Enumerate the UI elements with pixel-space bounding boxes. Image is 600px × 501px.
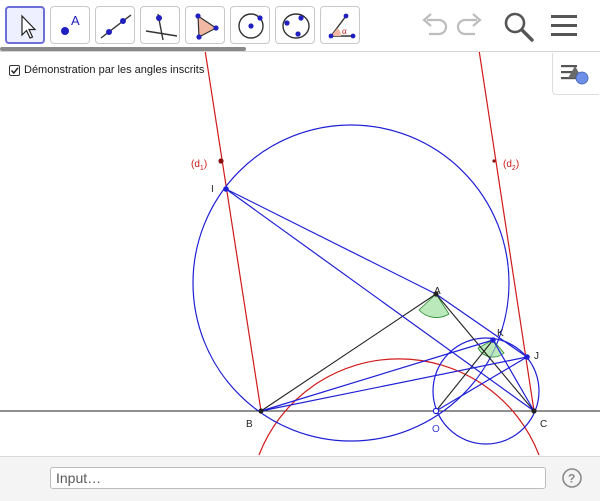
polygon-tool-button[interactable] <box>185 6 225 44</box>
line-tool-button[interactable] <box>95 6 135 44</box>
segment-bk[interactable] <box>260 339 494 412</box>
demonstration-checkbox-label: Démonstration par les angles inscrits <box>24 64 205 76</box>
point-k[interactable] <box>490 337 496 343</box>
angle-tool-symbol: α <box>342 26 347 36</box>
graphics-view[interactable]: (d1) (d2) I A K J B C O <box>0 52 600 456</box>
point-d2[interactable] <box>492 159 496 163</box>
undo-icon[interactable] <box>418 10 452 40</box>
move-tool-button[interactable] <box>5 6 45 44</box>
style-bar-icon <box>561 65 589 85</box>
angle-icon: α <box>328 13 356 39</box>
help-symbol: ? <box>568 472 575 486</box>
point-i[interactable] <box>223 186 229 192</box>
label-b: B <box>246 419 253 430</box>
toolbar: A α <box>0 0 600 52</box>
label-k: K <box>497 328 504 339</box>
angle-tool-button[interactable]: α <box>320 6 360 44</box>
point-o[interactable] <box>432 407 440 415</box>
demonstration-checkbox[interactable] <box>9 64 20 76</box>
redo-icon[interactable] <box>452 10 486 40</box>
help-icon[interactable]: ? <box>561 467 583 489</box>
label-d2: (d2) <box>503 159 519 172</box>
input-bar-container: ? <box>0 456 600 501</box>
checkmark-icon <box>10 66 19 74</box>
point-tool-letter: A <box>71 13 80 28</box>
circle-abc[interactable] <box>258 358 540 456</box>
angle-bac[interactable] <box>418 293 450 318</box>
circle-center-icon <box>238 13 264 39</box>
circle-three-points-tool-button[interactable] <box>275 6 315 44</box>
construction-canvas[interactable]: (d1) (d2) I A K J B C O <box>0 52 600 456</box>
segment-ic[interactable] <box>225 188 535 412</box>
point-c[interactable] <box>531 408 537 414</box>
cursor-arrow-icon <box>21 14 37 39</box>
perpendicular-line-icon <box>145 13 178 41</box>
menu-icon[interactable] <box>548 12 580 40</box>
point-j[interactable] <box>524 354 530 360</box>
circle-ibk[interactable] <box>192 124 510 442</box>
point-d1[interactable] <box>218 158 224 164</box>
label-i: I <box>211 184 214 195</box>
label-d1: (d1) <box>191 159 207 172</box>
label-o: O <box>432 424 440 435</box>
segment-ia[interactable] <box>225 188 437 295</box>
label-j: J <box>534 351 539 362</box>
point-tool-button[interactable]: A <box>50 6 90 44</box>
search-icon[interactable] <box>502 10 536 42</box>
line-d1[interactable] <box>204 52 262 412</box>
triangle-polygon-icon <box>195 13 219 40</box>
segment-kc[interactable] <box>492 339 535 412</box>
demonstration-checkbox-row[interactable]: Démonstration par les angles inscrits <box>9 63 204 77</box>
segment-oj[interactable] <box>435 356 528 412</box>
label-c: C <box>540 419 547 430</box>
label-a: A <box>434 286 441 297</box>
style-bar-toggle[interactable] <box>552 53 599 95</box>
line-icon <box>100 14 132 39</box>
point-b[interactable] <box>258 408 264 414</box>
circle-three-points-icon <box>282 13 310 39</box>
point-icon: A <box>61 13 80 35</box>
perpendicular-line-tool-button[interactable] <box>140 6 180 44</box>
algebra-input[interactable] <box>50 467 546 489</box>
circle-center-point-tool-button[interactable] <box>230 6 270 44</box>
